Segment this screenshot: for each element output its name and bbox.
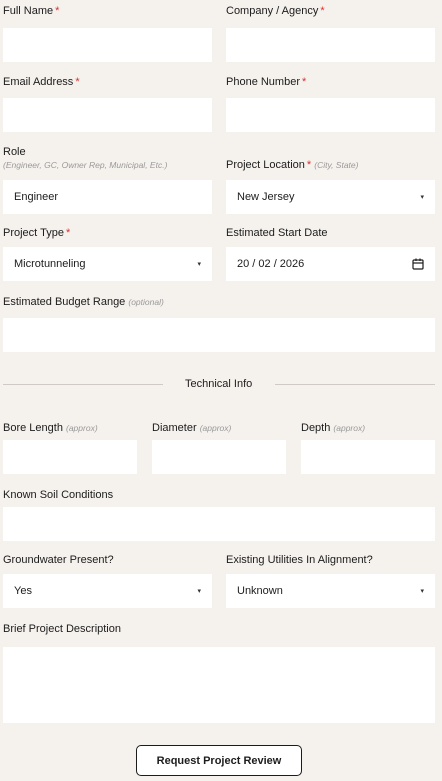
calendar-icon[interactable]	[412, 258, 424, 270]
required-marker: *	[302, 76, 307, 88]
bore-length-hint: (approx)	[66, 423, 98, 433]
phone-label: Phone Number *	[226, 76, 307, 88]
description-label: Brief Project Description	[3, 623, 121, 635]
bore-length-input[interactable]	[3, 440, 137, 474]
location-hint: (City, State)	[314, 160, 359, 170]
depth-label: Depth (approx)	[301, 422, 366, 434]
groundwater-label: Groundwater Present?	[3, 554, 114, 566]
utilities-select[interactable]: Unknown ▾	[226, 574, 435, 608]
full-name-input[interactable]	[3, 28, 212, 62]
bore-length-label: Bore Length (approx)	[3, 422, 98, 434]
company-label: Company / Agency *	[226, 5, 325, 17]
description-textarea[interactable]	[3, 647, 435, 723]
role-hint: (Engineer, GC, Owner Rep, Municipal, Etc…	[3, 160, 168, 170]
company-input[interactable]	[226, 28, 435, 62]
request-review-button[interactable]: Request Project Review	[136, 745, 302, 776]
start-date-input[interactable]: 20 / 02 / 2026	[226, 247, 435, 281]
depth-input[interactable]	[301, 440, 435, 474]
required-marker: *	[306, 159, 312, 171]
technical-info-heading: Technical Info	[185, 378, 253, 390]
project-type-label: Project Type *	[3, 227, 71, 239]
email-input[interactable]	[3, 98, 212, 132]
chevron-down-icon: ▾	[197, 261, 201, 268]
required-marker: *	[55, 5, 60, 17]
diameter-label: Diameter (approx)	[152, 422, 232, 434]
project-type-select[interactable]: Microtunneling ▾	[3, 247, 212, 281]
chevron-down-icon: ▾	[420, 194, 424, 201]
required-marker: *	[65, 227, 71, 239]
start-date-label: Estimated Start Date	[226, 227, 328, 239]
role-label: Role	[3, 146, 26, 158]
budget-label: Estimated Budget Range (optional)	[3, 296, 164, 308]
budget-input[interactable]	[3, 318, 435, 352]
chevron-down-icon: ▾	[420, 588, 424, 595]
soil-input[interactable]	[3, 507, 435, 541]
depth-hint: (approx)	[333, 423, 366, 433]
diameter-hint: (approx)	[199, 423, 232, 433]
role-input[interactable]: Engineer	[3, 180, 212, 214]
soil-label: Known Soil Conditions	[3, 489, 114, 501]
phone-input[interactable]	[226, 98, 435, 132]
location-select[interactable]: New Jersey ▾	[226, 180, 435, 214]
section-divider-left	[3, 384, 163, 385]
location-label: Project Location * (City, State)	[226, 159, 359, 171]
chevron-down-icon: ▾	[197, 588, 201, 595]
email-label: Email Address *	[3, 76, 80, 88]
utilities-label: Existing Utilities In Alignment?	[226, 554, 373, 566]
budget-hint: (optional)	[128, 297, 164, 307]
section-divider-right	[275, 384, 435, 385]
full-name-label: Full Name *	[3, 5, 60, 17]
diameter-input[interactable]	[152, 440, 286, 474]
groundwater-select[interactable]: Yes ▾	[3, 574, 212, 608]
required-marker: *	[75, 76, 80, 88]
required-marker: *	[320, 5, 325, 17]
